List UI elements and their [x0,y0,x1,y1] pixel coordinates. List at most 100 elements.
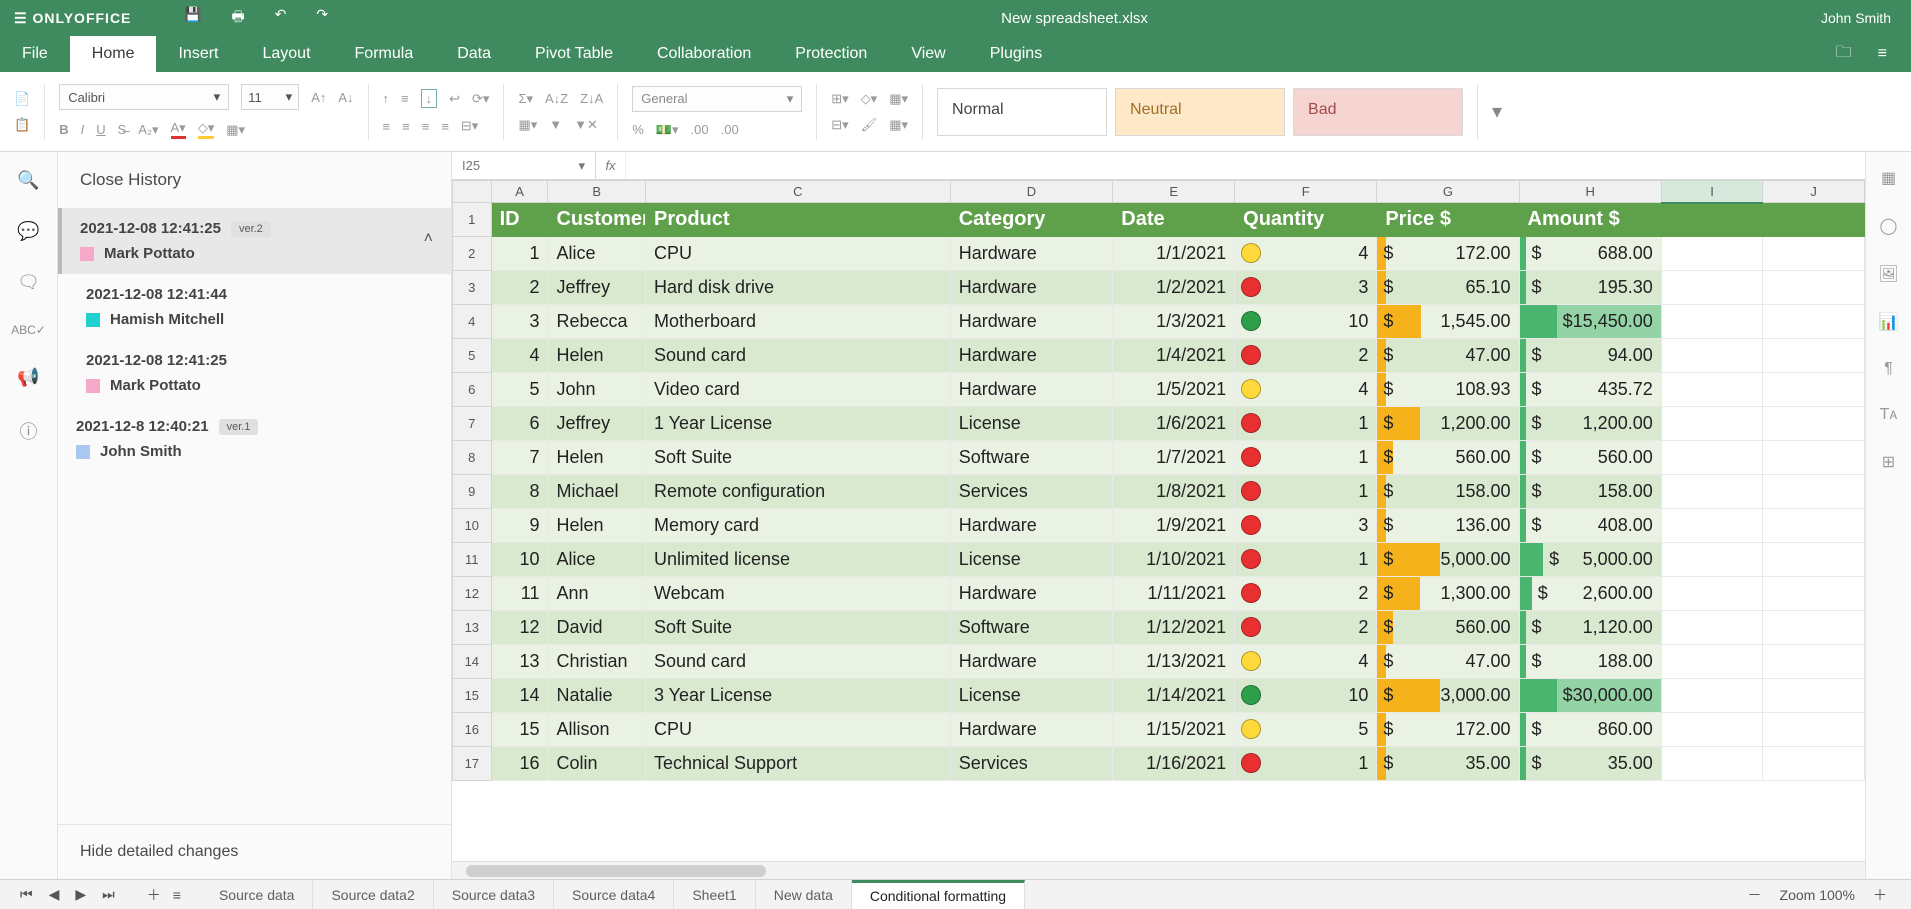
chat-icon[interactable]: 🗨 [17,272,40,293]
cell[interactable]: Hardware [950,237,1113,271]
row-header[interactable]: 4 [453,305,492,339]
cell[interactable]: 10 [491,543,548,577]
cell[interactable]: Hardware [950,339,1113,373]
history-version[interactable]: 2021-12-08 12:41:25Mark Pottato [58,340,451,406]
clear-filter-icon[interactable]: ▼✕ [574,117,598,133]
cell[interactable]: Rebecca [548,305,646,339]
menu-tab-data[interactable]: Data [435,36,513,72]
sheet-tab[interactable]: Source data2 [313,880,433,909]
sort-desc-icon[interactable]: Z↓A [580,91,603,106]
cell[interactable]: Natalie [548,679,646,713]
cell[interactable]: 5 [1235,713,1377,747]
cell[interactable]: $136.00 [1377,509,1519,543]
decrease-decimal-icon[interactable]: .00 [691,122,709,137]
cell[interactable]: Hardware [950,271,1113,305]
cell[interactable] [1661,305,1763,339]
cell[interactable]: 4 [1235,645,1377,679]
cell[interactable]: Hard disk drive [645,271,950,305]
menu-tab-protection[interactable]: Protection [773,36,889,72]
column-header[interactable]: A [491,181,548,203]
history-version[interactable]: 2021-12-08 12:41:44Hamish Mitchell [58,274,451,340]
menu-tab-view[interactable]: View [889,36,967,72]
cell[interactable]: 13 [491,645,548,679]
about-icon[interactable]: ⓘ [20,418,38,444]
cell[interactable] [1763,271,1865,305]
cell[interactable]: 10 [1235,679,1377,713]
cell[interactable]: 1 Year License [645,407,950,441]
cell[interactable] [1763,441,1865,475]
align-top-icon[interactable]: ↑ [383,91,390,106]
shape-settings-icon[interactable]: ◯ [1880,216,1898,236]
print-icon[interactable]: 🖶 [231,6,244,30]
zoom-in-icon[interactable]: ＋ [1873,885,1887,905]
align-left-icon[interactable]: ≡ [383,119,391,134]
cell[interactable]: $35.00 [1377,747,1519,781]
cell[interactable]: Hardware [950,713,1113,747]
cell[interactable]: $1,200.00 [1519,407,1661,441]
copy-icon[interactable]: 📄 [14,91,30,107]
cell[interactable]: 1/7/2021 [1113,441,1235,475]
cell[interactable]: Christian [548,645,646,679]
cell[interactable]: 4 [1235,237,1377,271]
more-styles-icon[interactable]: ▾ [1492,99,1502,124]
cell[interactable]: $560.00 [1377,611,1519,645]
table-header-cell[interactable]: Date [1113,203,1235,237]
cell[interactable]: $1,300.00 [1377,577,1519,611]
cell[interactable] [1763,679,1865,713]
name-box[interactable]: I25▾ [452,152,596,179]
cell[interactable]: Allison [548,713,646,747]
sheet-tab[interactable]: Source data [201,880,314,909]
cell[interactable]: $108.93 [1377,373,1519,407]
history-version[interactable]: 2021-12-08 12:41:25ver.2Mark Pottato˄ [58,208,451,274]
cell[interactable]: 1/10/2021 [1113,543,1235,577]
user-name[interactable]: John Smith [1821,10,1911,26]
zoom-level[interactable]: Zoom 100% [1780,887,1855,903]
column-header[interactable]: B [548,181,646,203]
sort-asc-icon[interactable]: A↓Z [545,91,568,106]
row-header[interactable]: 14 [453,645,492,679]
cell[interactable] [1763,373,1865,407]
font-size-select[interactable]: 11▾ [241,84,299,110]
cell[interactable]: Soft Suite [645,441,950,475]
fill-color-icon[interactable]: ◇▾ [198,120,215,139]
cell[interactable]: Sound card [645,645,950,679]
cell[interactable] [1763,543,1865,577]
column-header[interactable]: G [1377,181,1519,203]
cell[interactable] [1661,543,1763,577]
cell[interactable] [1763,339,1865,373]
menu-tab-insert[interactable]: Insert [156,36,240,72]
row-header[interactable]: 6 [453,373,492,407]
cell[interactable]: Services [950,747,1113,781]
cell[interactable]: $688.00 [1519,237,1661,271]
sheet-tab[interactable]: Source data4 [554,880,674,909]
cell[interactable] [1763,203,1865,237]
cell[interactable] [1661,509,1763,543]
cell[interactable]: 1/16/2021 [1113,747,1235,781]
folder-icon[interactable]: 🗀 [1836,41,1852,68]
cell[interactable]: $860.00 [1519,713,1661,747]
first-sheet-icon[interactable]: ⏮ [20,886,33,903]
table-header-cell[interactable]: Product [645,203,950,237]
cell[interactable]: Colin [548,747,646,781]
cell[interactable] [1763,305,1865,339]
align-justify-icon[interactable]: ≡ [441,119,449,134]
cell[interactable]: 3 Year License [645,679,950,713]
cell[interactable]: $408.00 [1519,509,1661,543]
table-template-icon[interactable]: ▦▾ [889,117,908,133]
cell[interactable]: John [548,373,646,407]
delete-cells-icon[interactable]: ⊟▾ [831,117,848,133]
cell[interactable] [1661,611,1763,645]
row-header[interactable]: 13 [453,611,492,645]
cell[interactable]: Hardware [950,645,1113,679]
cell[interactable] [1763,645,1865,679]
menu-tab-layout[interactable]: Layout [240,36,332,72]
cell[interactable]: 8 [491,475,548,509]
cell[interactable] [1763,407,1865,441]
panels-icon[interactable]: ≡ [1878,45,1887,63]
cell[interactable]: $35.00 [1519,747,1661,781]
cell[interactable]: $2,600.00 [1519,577,1661,611]
cell[interactable]: David [548,611,646,645]
cell[interactable]: 1 [1235,747,1377,781]
last-sheet-icon[interactable]: ⏭ [102,886,115,903]
cell[interactable]: 16 [491,747,548,781]
